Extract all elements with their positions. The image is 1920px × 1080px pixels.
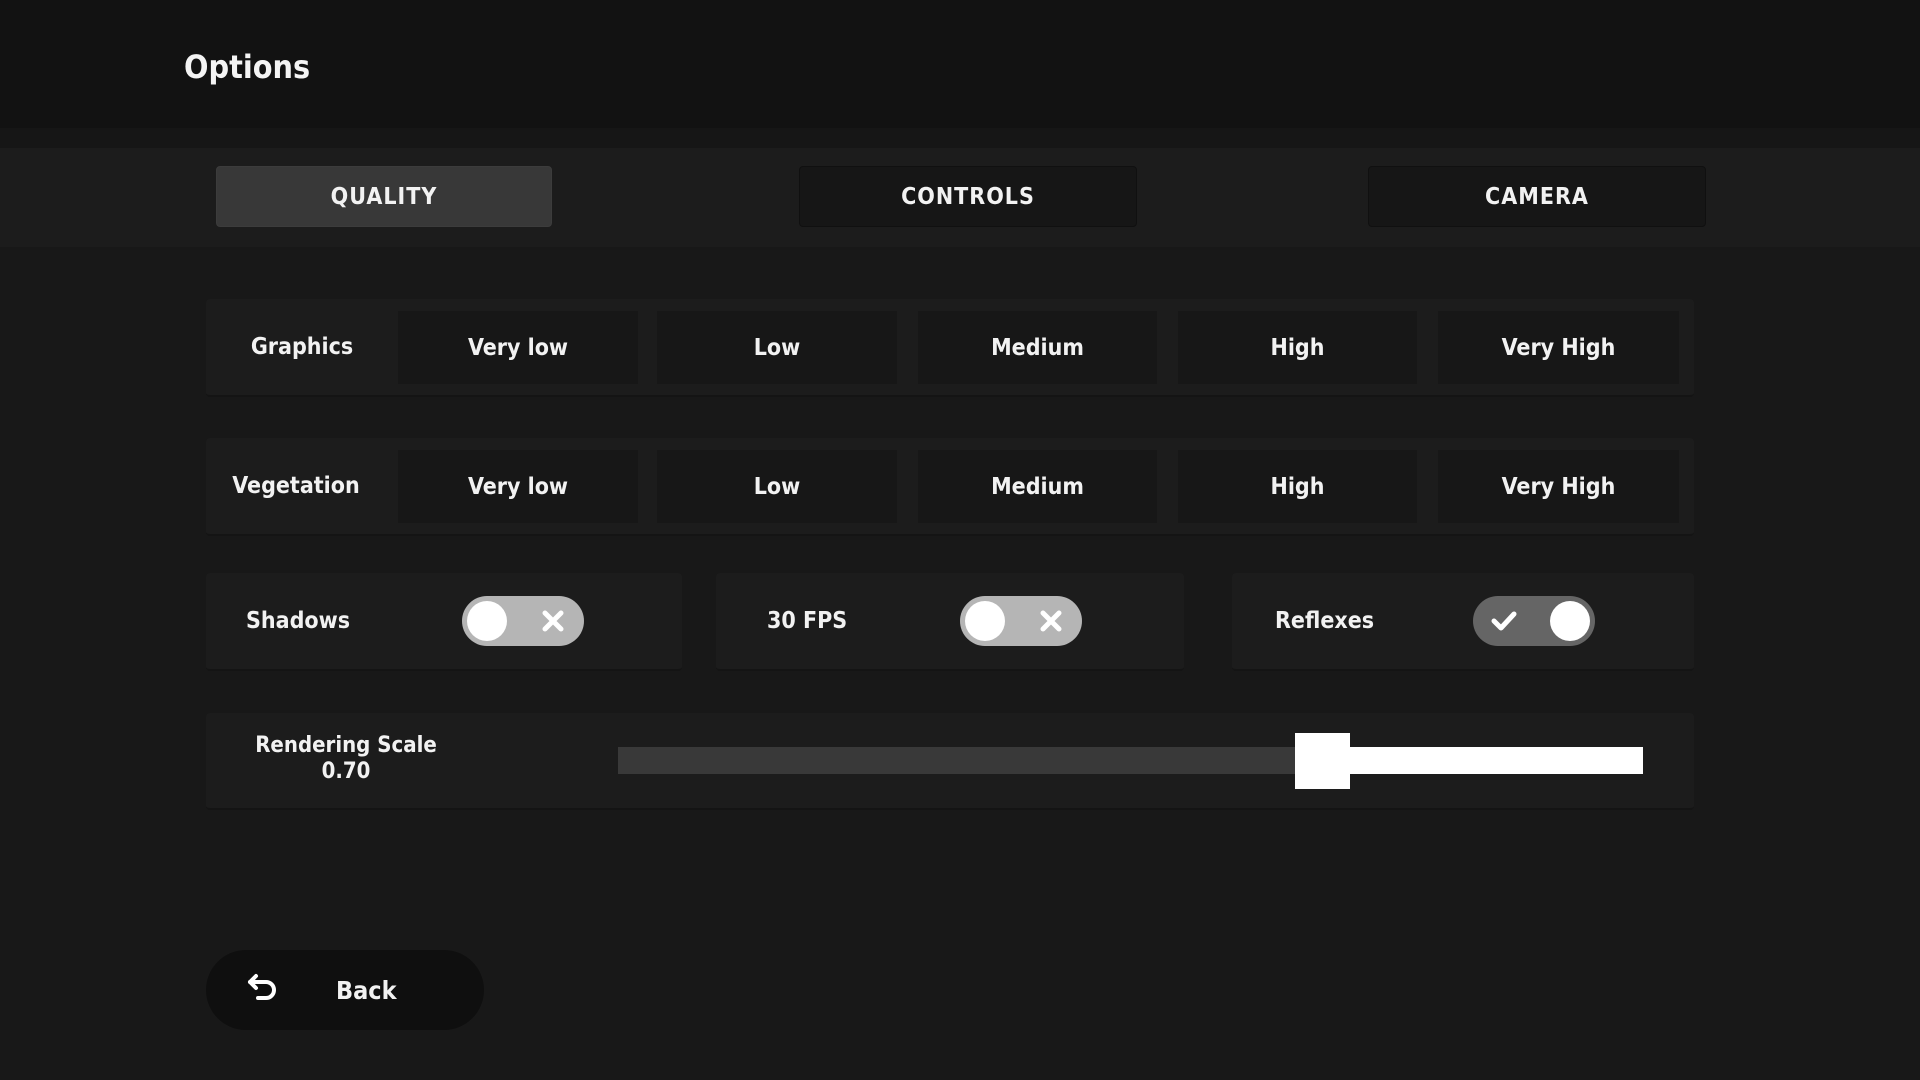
back-button[interactable]: Back [206, 950, 484, 1030]
header-divider [0, 128, 1920, 148]
graphics-option-medium[interactable]: Medium [918, 311, 1157, 384]
rendering-scale-label-group: Rendering Scale 0.70 [246, 733, 446, 785]
graphics-option-low[interactable]: Low [657, 311, 897, 384]
shadows-setting: Shadows [206, 573, 682, 671]
tab-quality-label: QUALITY [330, 183, 438, 210]
reflexes-setting: Reflexes [1232, 573, 1694, 671]
vegetation-label: Vegetation [232, 473, 360, 499]
rendering-scale-slider[interactable] [618, 747, 1643, 774]
fps30-toggle[interactable] [960, 596, 1082, 646]
tab-camera[interactable]: CAMERA [1368, 166, 1706, 227]
tab-controls[interactable]: CONTROLS [799, 166, 1137, 227]
graphics-option-high[interactable]: High [1178, 311, 1417, 384]
shadows-label: Shadows [246, 608, 351, 634]
vegetation-option-high[interactable]: High [1178, 450, 1417, 523]
back-label: Back [336, 975, 397, 1005]
tab-controls-label: CONTROLS [901, 183, 1035, 210]
toggle-knob [1550, 601, 1590, 641]
reflexes-toggle[interactable] [1473, 596, 1595, 646]
graphics-option-very-low[interactable]: Very low [398, 311, 638, 384]
vegetation-option-very-high[interactable]: Very High [1438, 450, 1679, 523]
vegetation-setting-row: Vegetation Very low Low Medium High Very… [206, 438, 1694, 536]
shadows-toggle[interactable] [462, 596, 584, 646]
graphics-setting-row: Graphics Very low Low Medium High Very H… [206, 299, 1694, 397]
vegetation-option-medium[interactable]: Medium [918, 450, 1157, 523]
rendering-scale-value: 0.70 [321, 759, 371, 784]
x-icon [1040, 610, 1062, 632]
toggle-knob [467, 601, 507, 641]
fps30-label: 30 FPS [767, 608, 848, 634]
rendering-scale-label: Rendering Scale [255, 733, 437, 758]
vegetation-option-very-low[interactable]: Very low [398, 450, 638, 523]
reflexes-label: Reflexes [1275, 608, 1375, 634]
slider-track-unfilled [618, 747, 1295, 774]
x-icon [542, 610, 564, 632]
graphics-label: Graphics [250, 334, 354, 360]
page-title: Options [184, 48, 311, 86]
toggle-knob [965, 601, 1005, 641]
slider-handle[interactable] [1294, 733, 1350, 789]
graphics-option-very-high[interactable]: Very High [1438, 311, 1679, 384]
tab-quality[interactable]: QUALITY [216, 166, 552, 227]
fps30-setting: 30 FPS [716, 573, 1184, 671]
vegetation-option-low[interactable]: Low [657, 450, 897, 523]
check-icon [1491, 611, 1517, 631]
tab-camera-label: CAMERA [1485, 183, 1589, 210]
undo-arrow-icon [248, 974, 276, 1000]
